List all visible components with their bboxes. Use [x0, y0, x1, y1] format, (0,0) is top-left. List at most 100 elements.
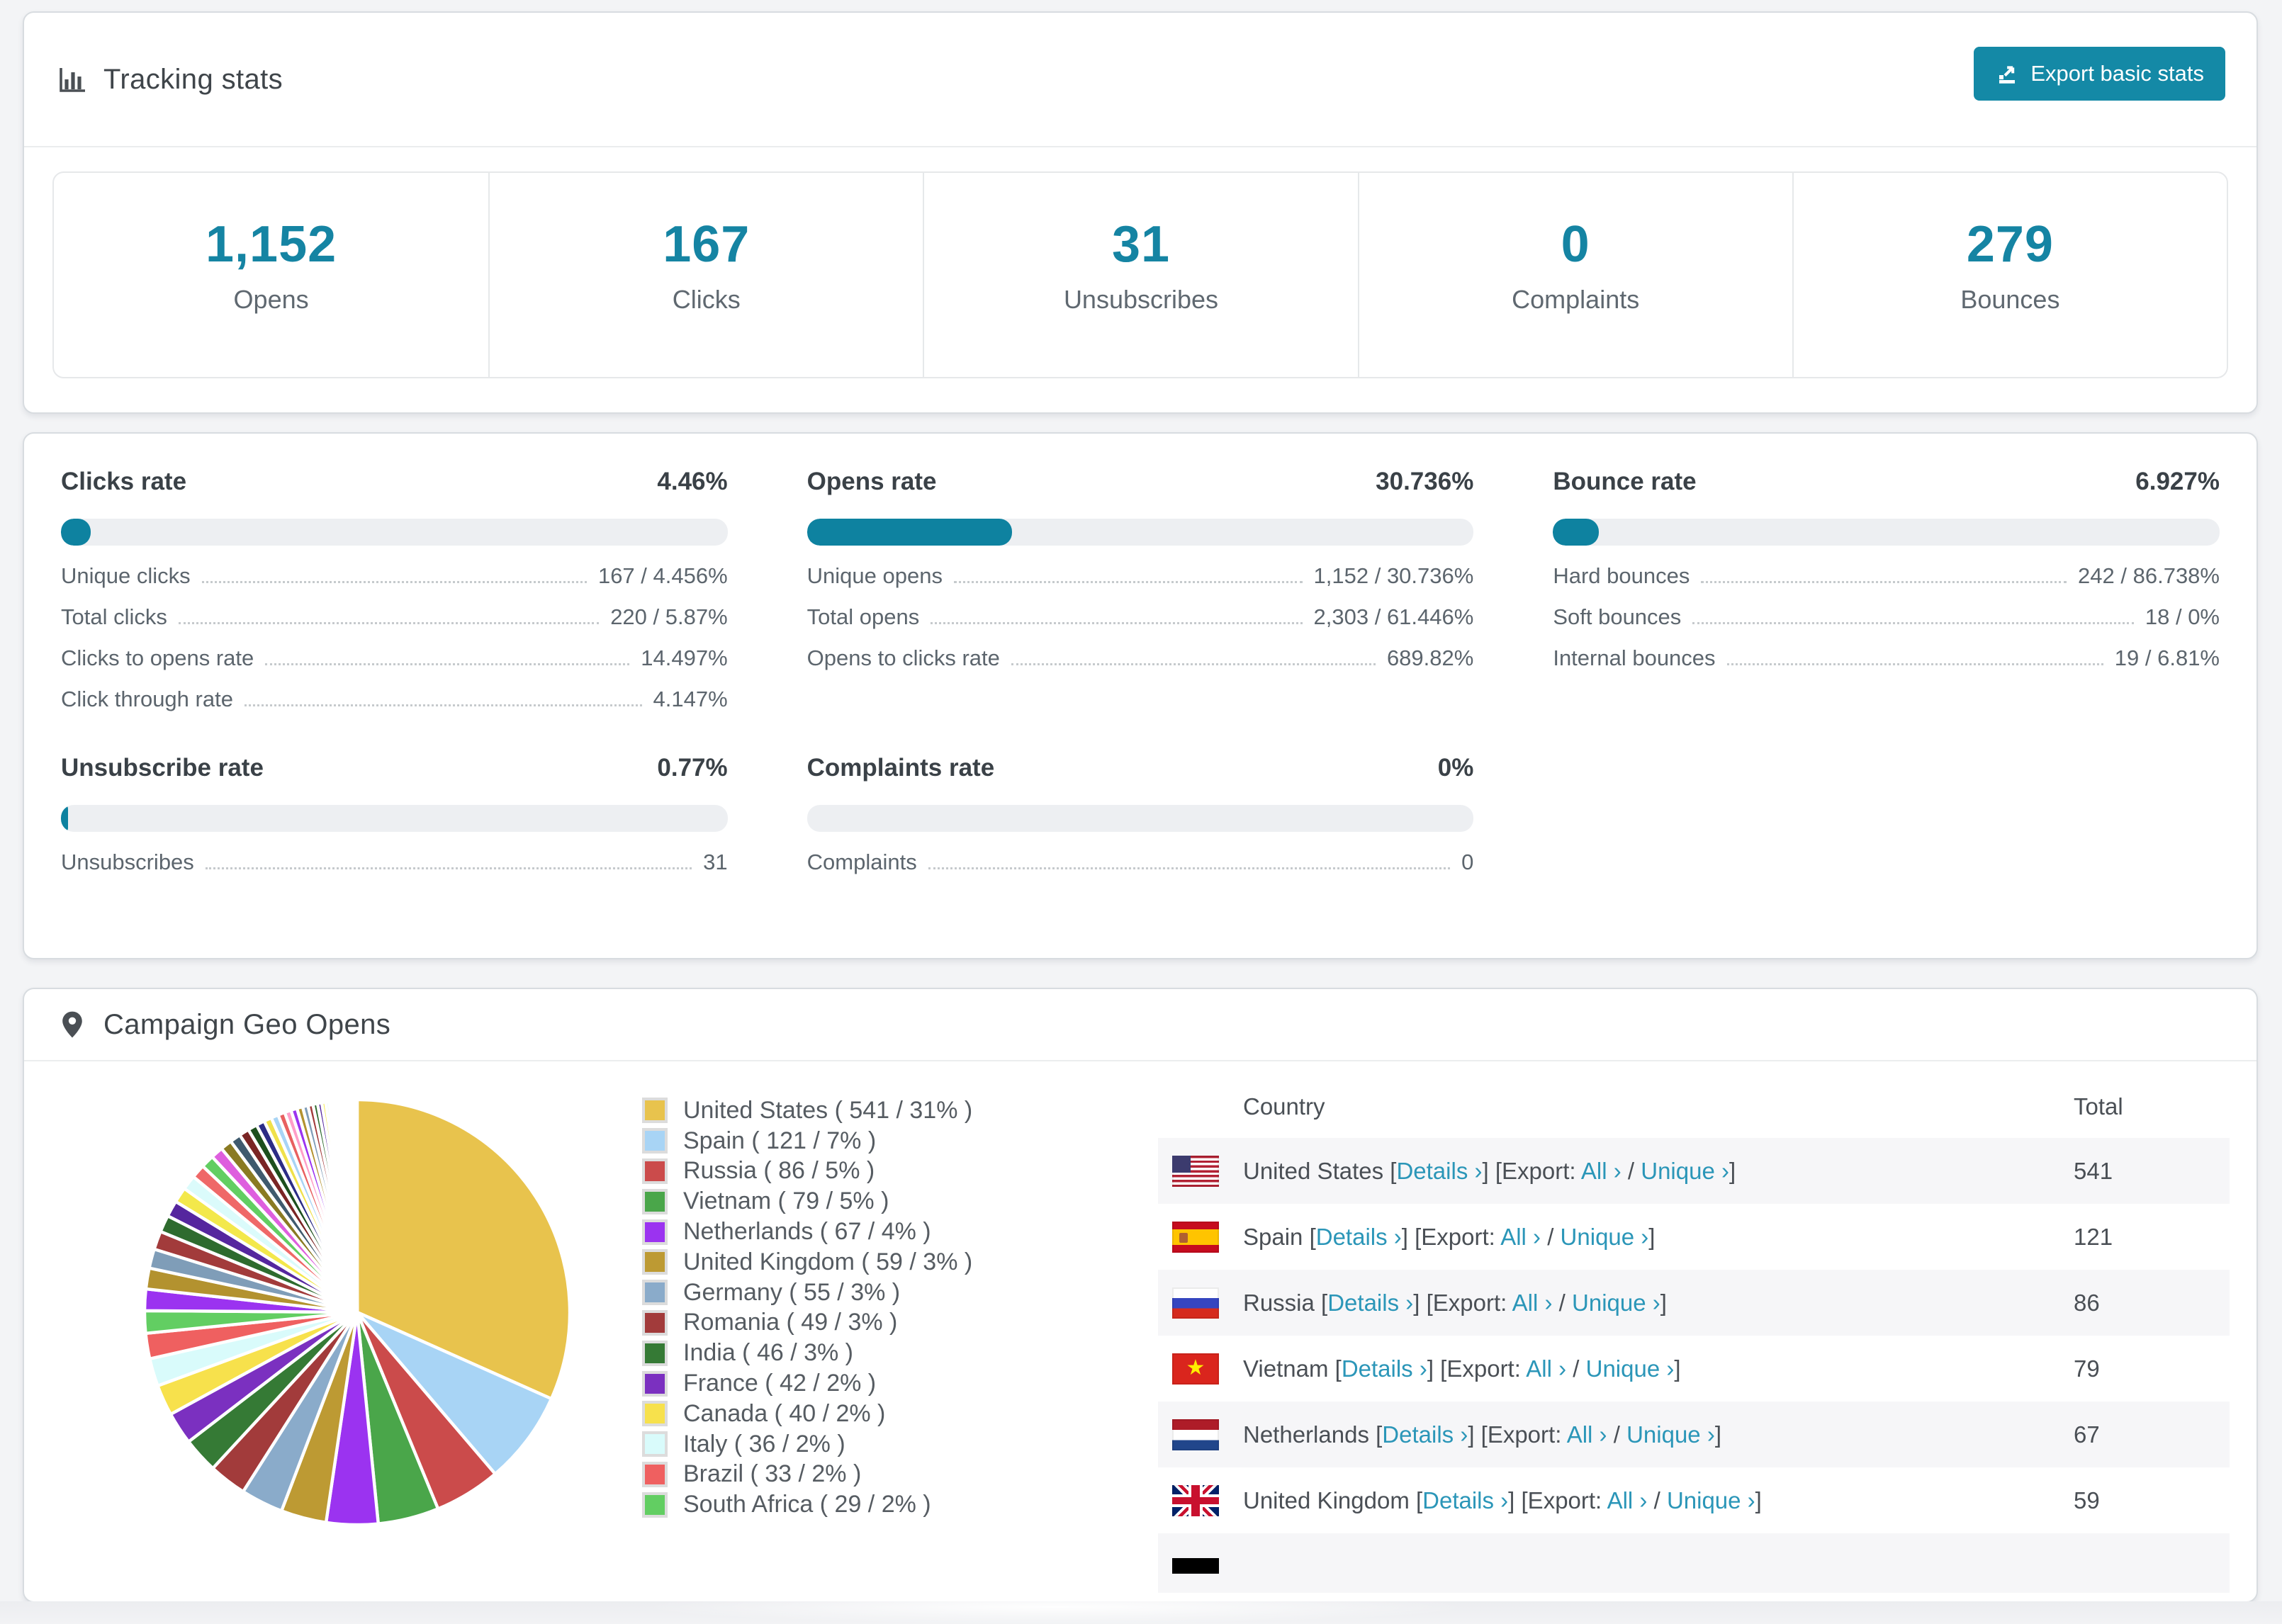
stat-box: 31 Unsubscribes: [923, 173, 1357, 377]
rates-grid: Clicks rate 4.46% Unique clicks 167 / 4.456…: [61, 468, 2220, 874]
rate-row-label: Total opens: [806, 604, 920, 629]
legend-swatch: [642, 1401, 668, 1427]
export-all-link[interactable]: All ›: [1512, 1290, 1553, 1316]
country-name: Netherlands [: [1243, 1421, 1383, 1448]
details-link[interactable]: Details ›: [1342, 1355, 1427, 1382]
rate-head: Clicks rate 4.46%: [61, 468, 728, 496]
details-link[interactable]: Details ›: [1316, 1224, 1402, 1250]
rate-row: Hard bounces 242 / 86.738%: [1553, 563, 2220, 588]
rate-value: 0%: [1437, 754, 1474, 782]
country-cell: United States [Details ›] [Export: All ›…: [1243, 1158, 1736, 1185]
progress-bar: [1553, 519, 2220, 546]
export-all-link[interactable]: All ›: [1526, 1355, 1566, 1382]
geo-table: Country Total United States [Details ›] …: [1158, 1076, 2230, 1593]
export-unique-link[interactable]: Unique ›: [1626, 1421, 1715, 1448]
page-bottom-background: [0, 1590, 2282, 1624]
dotted-leader: [205, 849, 692, 869]
total-cell: 121: [2074, 1223, 2113, 1250]
rate-value: 6.927%: [2135, 468, 2220, 495]
legend-item: India ( 46 / 3% ): [642, 1338, 972, 1368]
export-all-link[interactable]: All ›: [1607, 1487, 1648, 1513]
export-unique-link[interactable]: Unique ›: [1667, 1487, 1755, 1513]
export-unique-link[interactable]: Unique ›: [1572, 1290, 1660, 1316]
export-all-link[interactable]: All ›: [1581, 1158, 1621, 1184]
slash-text: /: [1647, 1487, 1667, 1513]
stat-value: 1,152: [206, 216, 337, 273]
legend-label: Spain ( 121 / 7% ): [683, 1127, 877, 1154]
export-unique-link[interactable]: Unique ›: [1586, 1355, 1675, 1382]
geo-content: United States ( 541 / 31% ) Spain ( 121 /…: [24, 1061, 2256, 1601]
stat-value: 31: [1111, 216, 1171, 273]
geo-table-rows: United States [Details ›] [Export: All ›…: [1158, 1138, 2230, 1593]
rate-value: 4.46%: [657, 468, 728, 495]
rate-row: Total clicks 220 / 5.87%: [61, 604, 728, 629]
rate-row-label: Clicks to opens rate: [61, 645, 254, 670]
bracket-text: ]: [1674, 1355, 1681, 1382]
slash-text: /: [1566, 1355, 1586, 1382]
vn-flag-icon: [1172, 1353, 1219, 1385]
rate-block: Unsubscribe rate 0.77% Unsubscribes 31: [61, 754, 728, 874]
geo-title: Campaign Geo Opens: [103, 1008, 391, 1040]
legend-label: United Kingdom ( 59 / 3% ): [683, 1248, 973, 1275]
geo-table-row: Vietnam [Details ›] [Export: All › / Uni…: [1158, 1336, 2230, 1402]
legend-swatch: [642, 1188, 668, 1214]
campaign-geo-opens-card: Campaign Geo Opens United States ( 541 /…: [23, 988, 2258, 1603]
legend-item: Russia ( 86 / 5% ): [642, 1156, 972, 1187]
slash-text: /: [1621, 1157, 1641, 1184]
legend-swatch: [642, 1492, 668, 1518]
bar-chart-icon: [58, 65, 86, 94]
rate-row-value: 167 / 4.456%: [597, 563, 728, 588]
export-all-link[interactable]: All ›: [1567, 1421, 1607, 1448]
rate-row-value: 2,303 / 61.446%: [1313, 604, 1474, 629]
geo-table-row: United States [Details ›] [Export: All ›…: [1158, 1138, 2230, 1204]
details-link[interactable]: Details ›: [1422, 1487, 1508, 1513]
legend-item: Romania ( 49 / 3% ): [642, 1308, 972, 1338]
export-unique-link[interactable]: Unique ›: [1561, 1224, 1649, 1250]
export-all-link[interactable]: All ›: [1500, 1224, 1541, 1250]
rate-row: Complaints 0: [807, 849, 1474, 874]
country-cell: United Kingdom [Details ›] [Export: All …: [1243, 1487, 1762, 1514]
details-link[interactable]: Details ›: [1396, 1158, 1482, 1184]
legend-swatch: [642, 1461, 668, 1487]
rate-block: Opens rate 30.736% Unique opens 1,152 / 30.…: [806, 468, 1474, 711]
rate-row-value: 18 / 0%: [2145, 604, 2220, 629]
rate-head: Complaints rate 0%: [807, 754, 1474, 782]
legend-swatch: [642, 1280, 668, 1306]
progress-bar-fill: [1553, 519, 1600, 546]
rate-row-value: 689.82%: [1386, 645, 1474, 670]
stat-box: 1,152 Opens: [54, 173, 488, 377]
rate-title: Unsubscribe rate: [61, 754, 264, 782]
rate-head: Bounce rate 6.927%: [1553, 468, 2220, 496]
legend-swatch: [642, 1340, 668, 1366]
rate-title: Clicks rate: [61, 468, 187, 495]
legend-swatch: [642, 1098, 668, 1124]
rate-row-value: 4.147%: [653, 687, 728, 711]
details-link[interactable]: Details ›: [1327, 1290, 1413, 1316]
progress-bar: [61, 519, 728, 546]
legend-label: Vietnam ( 79 / 5% ): [683, 1188, 889, 1215]
country-cell: Netherlands [Details ›] [Export: All › /…: [1243, 1421, 1721, 1448]
rate-row-value: 31: [703, 850, 728, 874]
rates-card: Clicks rate 4.46% Unique clicks 167 / 4.456…: [23, 432, 2258, 959]
progress-bar-fill: [61, 805, 68, 832]
rate-row-label: Hard bounces: [1553, 563, 1690, 588]
tracking-stats-header: Tracking stats Export basic stats: [24, 13, 2256, 147]
gb-flag-icon: [1172, 1484, 1219, 1516]
stat-label: Bounces: [1960, 285, 2060, 314]
rate-row-label: Total clicks: [61, 604, 167, 629]
country-cell: Spain [Details ›] [Export: All › / Uniqu…: [1243, 1224, 1655, 1251]
rate-row: Unsubscribes 31: [61, 849, 728, 874]
rate-rows: Complaints 0: [807, 849, 1474, 874]
legend-label: Canada ( 40 / 2% ): [683, 1399, 886, 1427]
export-basic-stats-button[interactable]: Export basic stats: [1974, 47, 2225, 101]
dotted-leader: [201, 563, 587, 583]
bracket-text: ] [Export:: [1427, 1355, 1527, 1382]
country-name: Vietnam [: [1243, 1355, 1342, 1382]
export-unique-link[interactable]: Unique ›: [1641, 1158, 1729, 1184]
rate-block: Complaints rate 0% Complaints 0: [806, 754, 1474, 874]
details-link[interactable]: Details ›: [1382, 1421, 1468, 1448]
rate-row-label: Unique opens: [806, 563, 943, 588]
legend-label: Brazil ( 33 / 2% ): [683, 1460, 862, 1488]
rate-row: Clicks to opens rate 14.497%: [61, 645, 728, 670]
dotted-leader: [1692, 604, 2134, 624]
